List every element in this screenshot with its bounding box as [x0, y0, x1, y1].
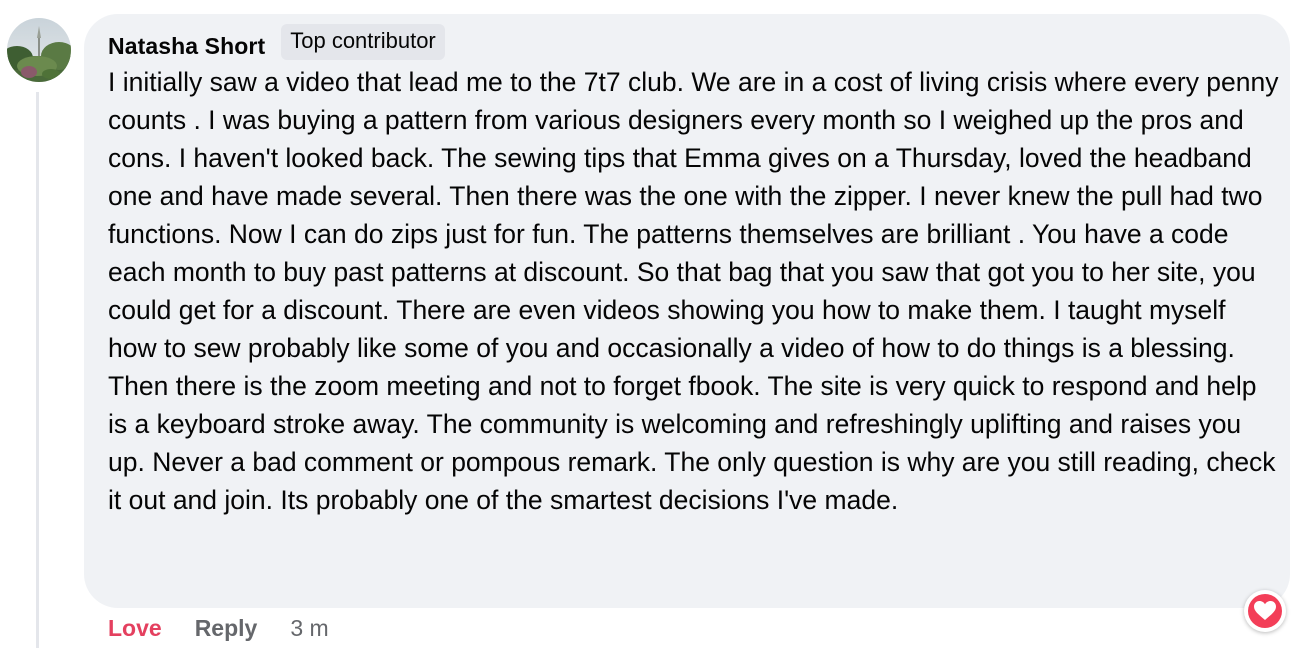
heart-icon: [1248, 594, 1282, 628]
top-contributor-badge: Top contributor: [281, 24, 445, 60]
author-name[interactable]: Natasha Short: [108, 33, 265, 60]
reaction-badge[interactable]: [1244, 590, 1286, 632]
love-button[interactable]: Love: [108, 615, 162, 642]
comment-thread: Natasha Short Top contributor I initiall…: [0, 0, 1298, 648]
comment-actions: Love Reply 3 m: [108, 612, 329, 644]
comment-timestamp[interactable]: 3 m: [290, 615, 328, 642]
comment-bubble: Natasha Short Top contributor I initiall…: [84, 14, 1290, 608]
comment-text: I initially saw a video that lead me to …: [108, 67, 1279, 515]
avatar-image: [7, 18, 71, 82]
comment-header: Natasha Short Top contributor: [108, 24, 445, 60]
thread-connector-line: [36, 92, 39, 648]
reply-button[interactable]: Reply: [195, 615, 258, 642]
avatar[interactable]: [7, 18, 71, 82]
